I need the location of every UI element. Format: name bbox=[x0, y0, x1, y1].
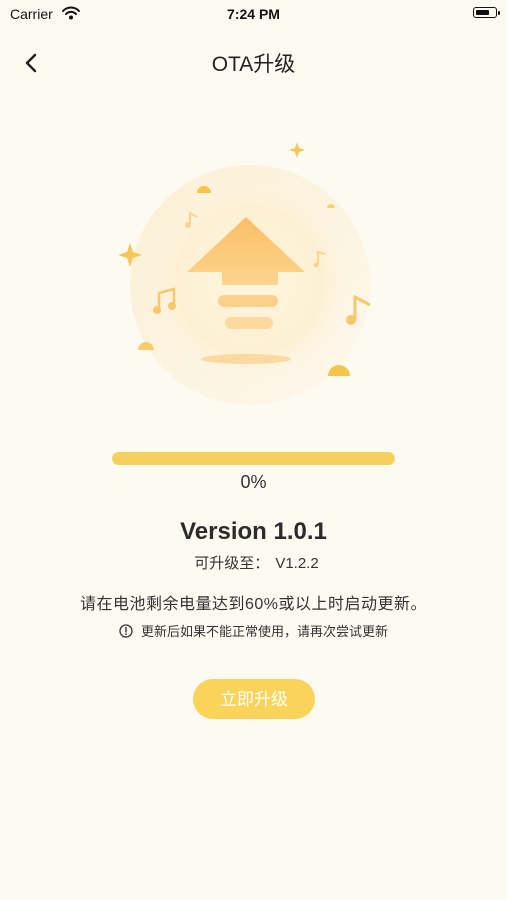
battery-requirement-note: 请在电池剩余电量达到60%或以上时启动更新。 bbox=[79, 596, 428, 613]
battery-icon bbox=[473, 7, 500, 18]
ota-upgrade-illustration bbox=[118, 142, 371, 405]
upgrade-target-row: 可升级至： V1.2.2 bbox=[0, 552, 507, 573]
status-time: 7:24 PM bbox=[227, 6, 280, 22]
upgrade-target-version: V1.2.2 bbox=[275, 555, 319, 572]
progress-percent: 0% bbox=[240, 472, 267, 492]
current-version: Version 1.0.1 bbox=[180, 518, 327, 545]
retry-warning-row: 更新后如果不能正常使用，请再次尝试更新 bbox=[0, 621, 507, 640]
retry-warning-text: 更新后如果不能正常使用，请再次尝试更新 bbox=[140, 624, 388, 639]
upgrade-progress-bar bbox=[112, 452, 395, 465]
upgrade-now-button[interactable]: 立即升级 bbox=[193, 679, 315, 719]
status-bar: Carrier 7:24 PM bbox=[0, 0, 507, 28]
info-icon bbox=[119, 624, 133, 638]
nav-bar: OTA升级 bbox=[0, 36, 507, 88]
upgrade-target-label: 可升级至： bbox=[194, 555, 270, 572]
page-title: OTA升级 bbox=[211, 53, 296, 76]
